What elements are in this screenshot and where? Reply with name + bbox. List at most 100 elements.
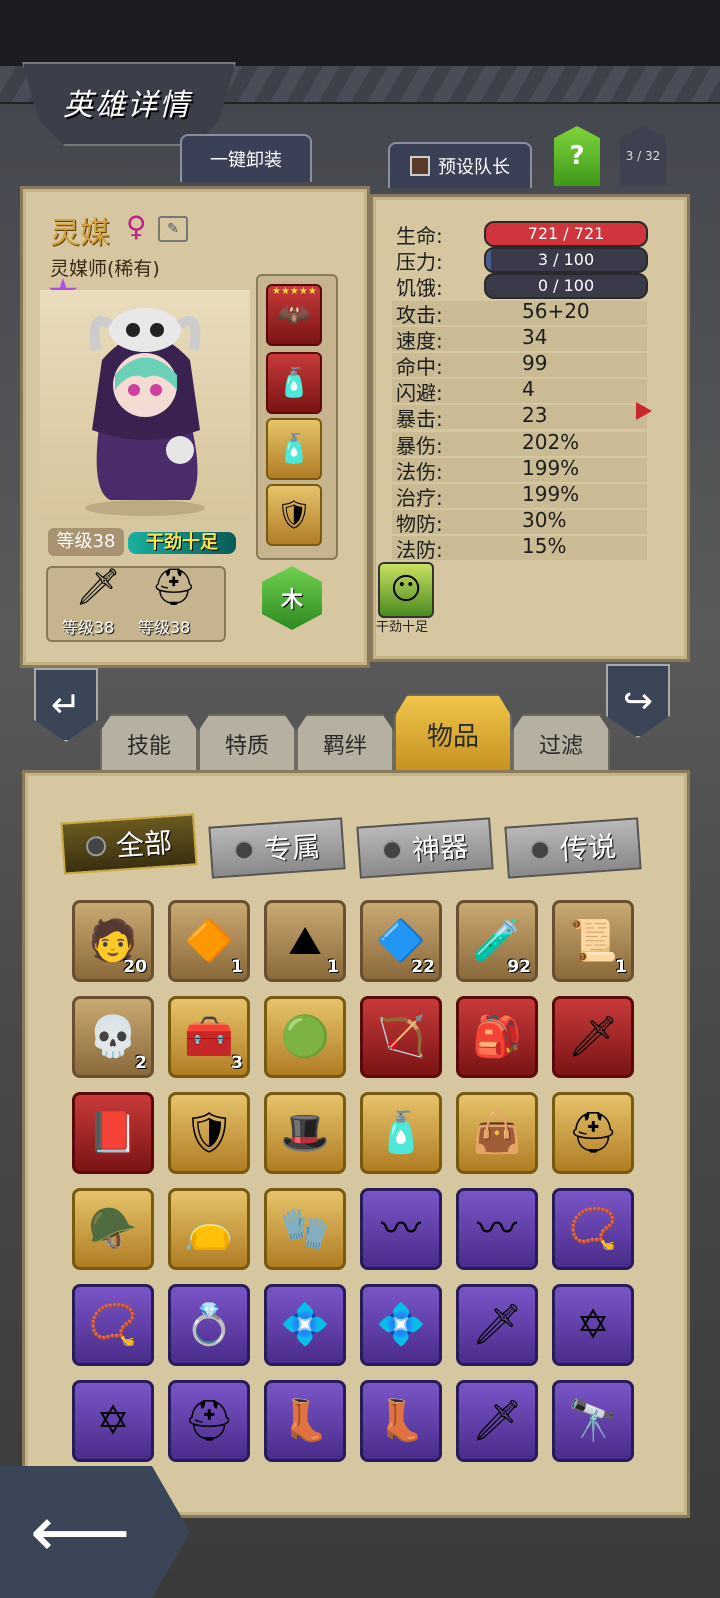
stat-label: 物防: — [396, 512, 443, 536]
tab-traits[interactable]: 特质 — [198, 714, 296, 772]
filter-legend-button[interactable]: 传说 — [504, 817, 642, 879]
inventory-item[interactable]: ⛑ — [168, 1380, 250, 1462]
inventory-item[interactable]: 🧴 — [360, 1092, 442, 1174]
trait-icon[interactable]: 😶 — [378, 562, 434, 618]
inventory-item[interactable]: 👢 — [360, 1380, 442, 1462]
item-icon: 🔶 — [184, 918, 234, 964]
item-icon: 〰 — [381, 1206, 421, 1252]
mood-status: 干劲十足 — [128, 532, 236, 554]
equip-slot-shield[interactable]: 🛡 — [266, 484, 322, 546]
inventory-item[interactable]: 🗡 — [456, 1284, 538, 1366]
inventory-item[interactable]: 💠 — [264, 1284, 346, 1366]
item-icon: 💠 — [280, 1302, 330, 1348]
inventory-item[interactable]: 🧪 92 — [456, 900, 538, 982]
female-icon: ♀ — [126, 210, 147, 243]
inventory-item[interactable]: 🟢 — [264, 996, 346, 1078]
equip-slot-potion-2[interactable]: 🧴 — [266, 418, 322, 480]
inventory-item[interactable]: 🛡 — [168, 1092, 250, 1174]
stat-label: 命中: — [396, 355, 443, 379]
item-icon: 🧤 — [280, 1206, 330, 1252]
inventory-item[interactable]: 🎩 — [264, 1092, 346, 1174]
tab-items[interactable]: 物品 — [394, 694, 512, 772]
inventory-item[interactable]: ⛑ — [552, 1092, 634, 1174]
inventory-item[interactable]: 🧑 20 — [72, 900, 154, 982]
checkbox-icon[interactable] — [410, 156, 430, 176]
back-button[interactable]: ⟵ — [0, 1466, 190, 1598]
hunger-bar: 0 / 100 — [484, 273, 648, 299]
hero-portrait[interactable] — [40, 290, 250, 520]
inventory-item[interactable]: 🗡 — [552, 996, 634, 1078]
item-icon: 👢 — [376, 1398, 426, 1444]
item-count: 1 — [615, 957, 627, 977]
inventory-item[interactable]: ✡ — [552, 1284, 634, 1366]
radio-icon — [529, 839, 551, 861]
stat-label: 法防: — [396, 538, 443, 562]
inventory-item[interactable]: 👜 — [456, 1092, 538, 1174]
edit-name-icon[interactable]: ✎ — [158, 216, 188, 242]
inventory-item[interactable]: 📜 1 — [552, 900, 634, 982]
inventory-item[interactable]: 📿 — [552, 1188, 634, 1270]
filter-artifact-button[interactable]: 神器 — [356, 817, 494, 879]
hero-class: 灵媒师(稀有) — [50, 258, 160, 280]
item-icon: 🔷 — [376, 918, 426, 964]
filter-all-label: 全部 — [114, 826, 174, 863]
inventory-item[interactable]: 👢 — [264, 1380, 346, 1462]
inventory-item[interactable]: ⛰ 1 — [264, 900, 346, 982]
stat-value: 34 — [522, 325, 548, 349]
stress-bar: 3 / 100 — [484, 247, 648, 273]
inventory-item[interactable]: 🪖 — [72, 1188, 154, 1270]
hero-count-button[interactable]: 3 / 32 — [620, 126, 666, 186]
item-icon: 👝 — [184, 1206, 234, 1252]
inventory-item[interactable]: 💀 2 — [72, 996, 154, 1078]
armor-level: 等级38 — [138, 618, 191, 637]
filter-exclusive-button[interactable]: 专属 — [208, 817, 346, 879]
item-count: 1 — [327, 957, 339, 977]
inventory-item[interactable]: 💠 — [360, 1284, 442, 1366]
inventory-item[interactable]: 👝 — [168, 1188, 250, 1270]
helmet-icon[interactable]: ⛑ — [146, 566, 202, 616]
tab-filter[interactable]: 过滤 — [512, 714, 610, 772]
tab-bonds[interactable]: 羁绊 — [296, 714, 394, 772]
inventory-item[interactable]: 🔶 1 — [168, 900, 250, 982]
equip-slot-potion-1[interactable]: 🧴 — [266, 352, 322, 414]
inventory-item[interactable]: 💍 — [168, 1284, 250, 1366]
stat-label: 治疗: — [396, 486, 443, 510]
item-count: 22 — [411, 957, 435, 977]
item-count: 92 — [507, 957, 531, 977]
item-icon: 🔭 — [568, 1398, 618, 1444]
inventory-item[interactable]: 🔭 — [552, 1380, 634, 1462]
inventory-item[interactable]: 📕 — [72, 1092, 154, 1174]
inventory-item[interactable]: ✡ — [72, 1380, 154, 1462]
tab-skills[interactable]: 技能 — [100, 714, 198, 772]
unequip-all-button[interactable]: 一键卸装 — [180, 134, 312, 182]
trait-label: 干劲十足 — [376, 620, 429, 635]
stat-value: 56+20 — [522, 299, 590, 323]
inventory-item[interactable]: 〰 — [456, 1188, 538, 1270]
next-arrow-icon: ↪ — [622, 680, 654, 722]
filter-all-button[interactable]: 全部 — [60, 813, 198, 875]
item-icon: 🗡 — [567, 1014, 619, 1060]
expand-arrow-icon[interactable] — [636, 402, 652, 420]
filter-artifact-label: 神器 — [410, 830, 470, 867]
inventory-item[interactable]: 🗡 — [456, 1380, 538, 1462]
item-icon: 📿 — [88, 1302, 138, 1348]
inventory-item[interactable]: 🏹 — [360, 996, 442, 1078]
stat-value: 30% — [522, 508, 567, 532]
inventory-item[interactable]: 📿 — [72, 1284, 154, 1366]
sword-icon[interactable]: 🗡 — [70, 566, 126, 616]
stat-value: 199% — [522, 456, 580, 480]
preset-captain-button[interactable]: 预设队长 — [388, 142, 532, 188]
inventory-item[interactable]: 🔷 22 — [360, 900, 442, 982]
stat-label: 暴伤: — [396, 434, 443, 458]
inventory-item[interactable]: 🧤 — [264, 1188, 346, 1270]
inventory-item[interactable]: 🎒 — [456, 996, 538, 1078]
stat-label: 闪避: — [396, 381, 443, 405]
inventory-item[interactable]: 🧰 3 — [168, 996, 250, 1078]
item-icon: 🟢 — [280, 1014, 330, 1060]
stat-label: 速度: — [396, 329, 443, 353]
help-button[interactable]: ? — [554, 126, 600, 186]
equip-slot-trinket[interactable]: 🦇 ★★★★★ — [266, 284, 322, 346]
weapon-level: 等级38 — [62, 618, 115, 637]
item-icon: ✡ — [576, 1302, 610, 1348]
inventory-item[interactable]: 〰 — [360, 1188, 442, 1270]
